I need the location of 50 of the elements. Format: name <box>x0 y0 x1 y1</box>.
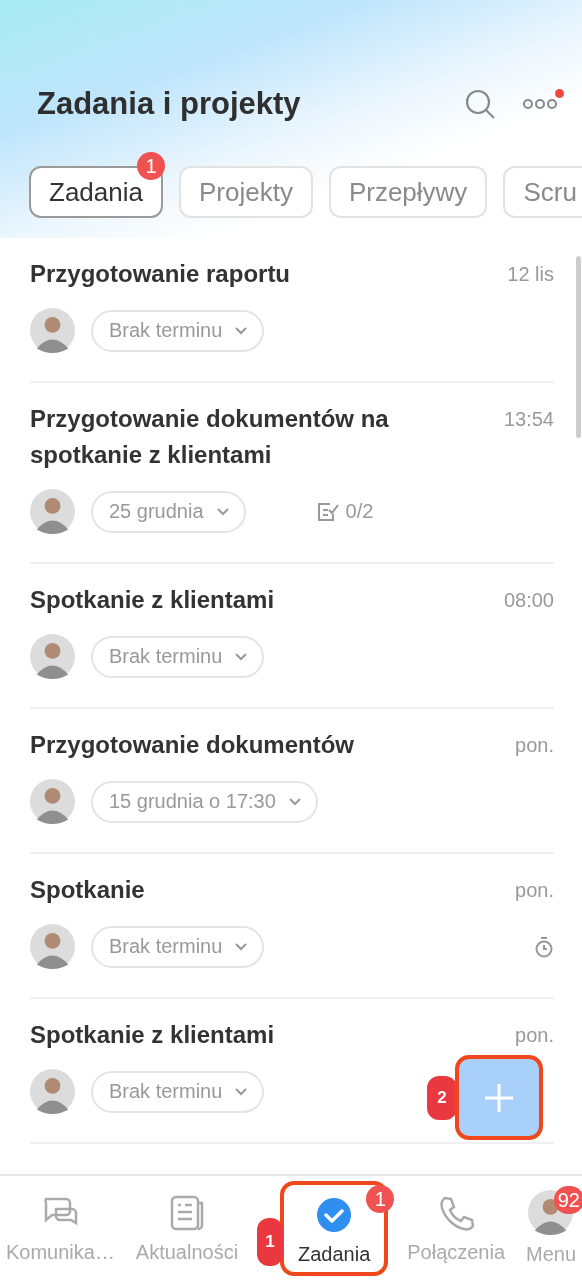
task-time: 12 lis <box>507 262 554 287</box>
chevron-down-icon <box>287 797 302 806</box>
task-title[interactable]: Przygotowanie dokumentów <box>30 727 496 763</box>
task-title[interactable]: Przygotowanie dokumentów na spotkanie z klientami <box>30 401 484 473</box>
search-icon <box>464 88 496 120</box>
page-title: Zadania i projekty <box>37 86 302 122</box>
plus-icon <box>483 1081 515 1114</box>
deadline-dropdown[interactable]: Brak terminu <box>91 925 265 968</box>
task-time: 13:54 <box>503 407 554 432</box>
chevron-down-icon <box>234 942 249 951</box>
task-time: pon. <box>515 878 554 903</box>
count-badge: 1 <box>136 152 165 180</box>
task-time: pon. <box>515 1023 554 1048</box>
nav-item[interactable]: Aktualności <box>133 1184 241 1272</box>
step-marker: 1 <box>257 1218 284 1266</box>
tab[interactable]: Scru <box>503 166 582 218</box>
task-title[interactable]: Spotkanie z klientami <box>30 582 484 618</box>
more-button[interactable] <box>522 97 558 111</box>
task-time: 08:00 <box>503 588 554 613</box>
add-button[interactable] <box>455 1055 543 1140</box>
deadline-dropdown[interactable]: 15 grudnia o 17:30 <box>91 780 318 823</box>
avatar-icon <box>30 489 75 534</box>
more-icon <box>522 97 558 111</box>
search-button[interactable] <box>464 88 496 120</box>
deadline-dropdown[interactable]: 25 grudnia <box>91 490 246 533</box>
avatar-icon <box>30 1069 75 1114</box>
deadline-dropdown[interactable]: Brak terminu <box>91 635 265 678</box>
deadline-dropdown[interactable]: Brak terminu <box>91 309 265 352</box>
chevron-down-icon <box>215 507 230 516</box>
chevron-down-icon <box>234 1087 249 1096</box>
avatar-icon <box>30 308 75 353</box>
tab[interactable]: Projekty <box>178 166 313 218</box>
task-time: pon. <box>515 733 554 758</box>
task-title[interactable]: Spotkanie z klientami <box>30 1017 496 1053</box>
deadline-dropdown[interactable]: Brak terminu <box>91 1070 265 1113</box>
chevron-down-icon <box>234 326 249 335</box>
avatar-icon <box>30 924 75 969</box>
tab[interactable]: Przepływy <box>328 166 488 218</box>
nav-item[interactable]: Komunika… <box>4 1184 117 1272</box>
nav-item[interactable]: Połączenia <box>405 1184 508 1272</box>
task-title[interactable]: Przygotowanie raportu <box>30 256 488 292</box>
avatar-icon <box>30 634 75 679</box>
chevron-down-icon <box>234 652 249 661</box>
checklist-icon <box>315 500 340 523</box>
step-marker: 2 <box>427 1075 457 1120</box>
count-badge: 92 <box>553 1186 582 1214</box>
task-title[interactable]: Spotkanie <box>30 872 496 908</box>
count-badge: 1 <box>366 1184 395 1213</box>
checklist-count: 0/2 <box>345 500 374 523</box>
avatar-icon <box>30 779 75 824</box>
